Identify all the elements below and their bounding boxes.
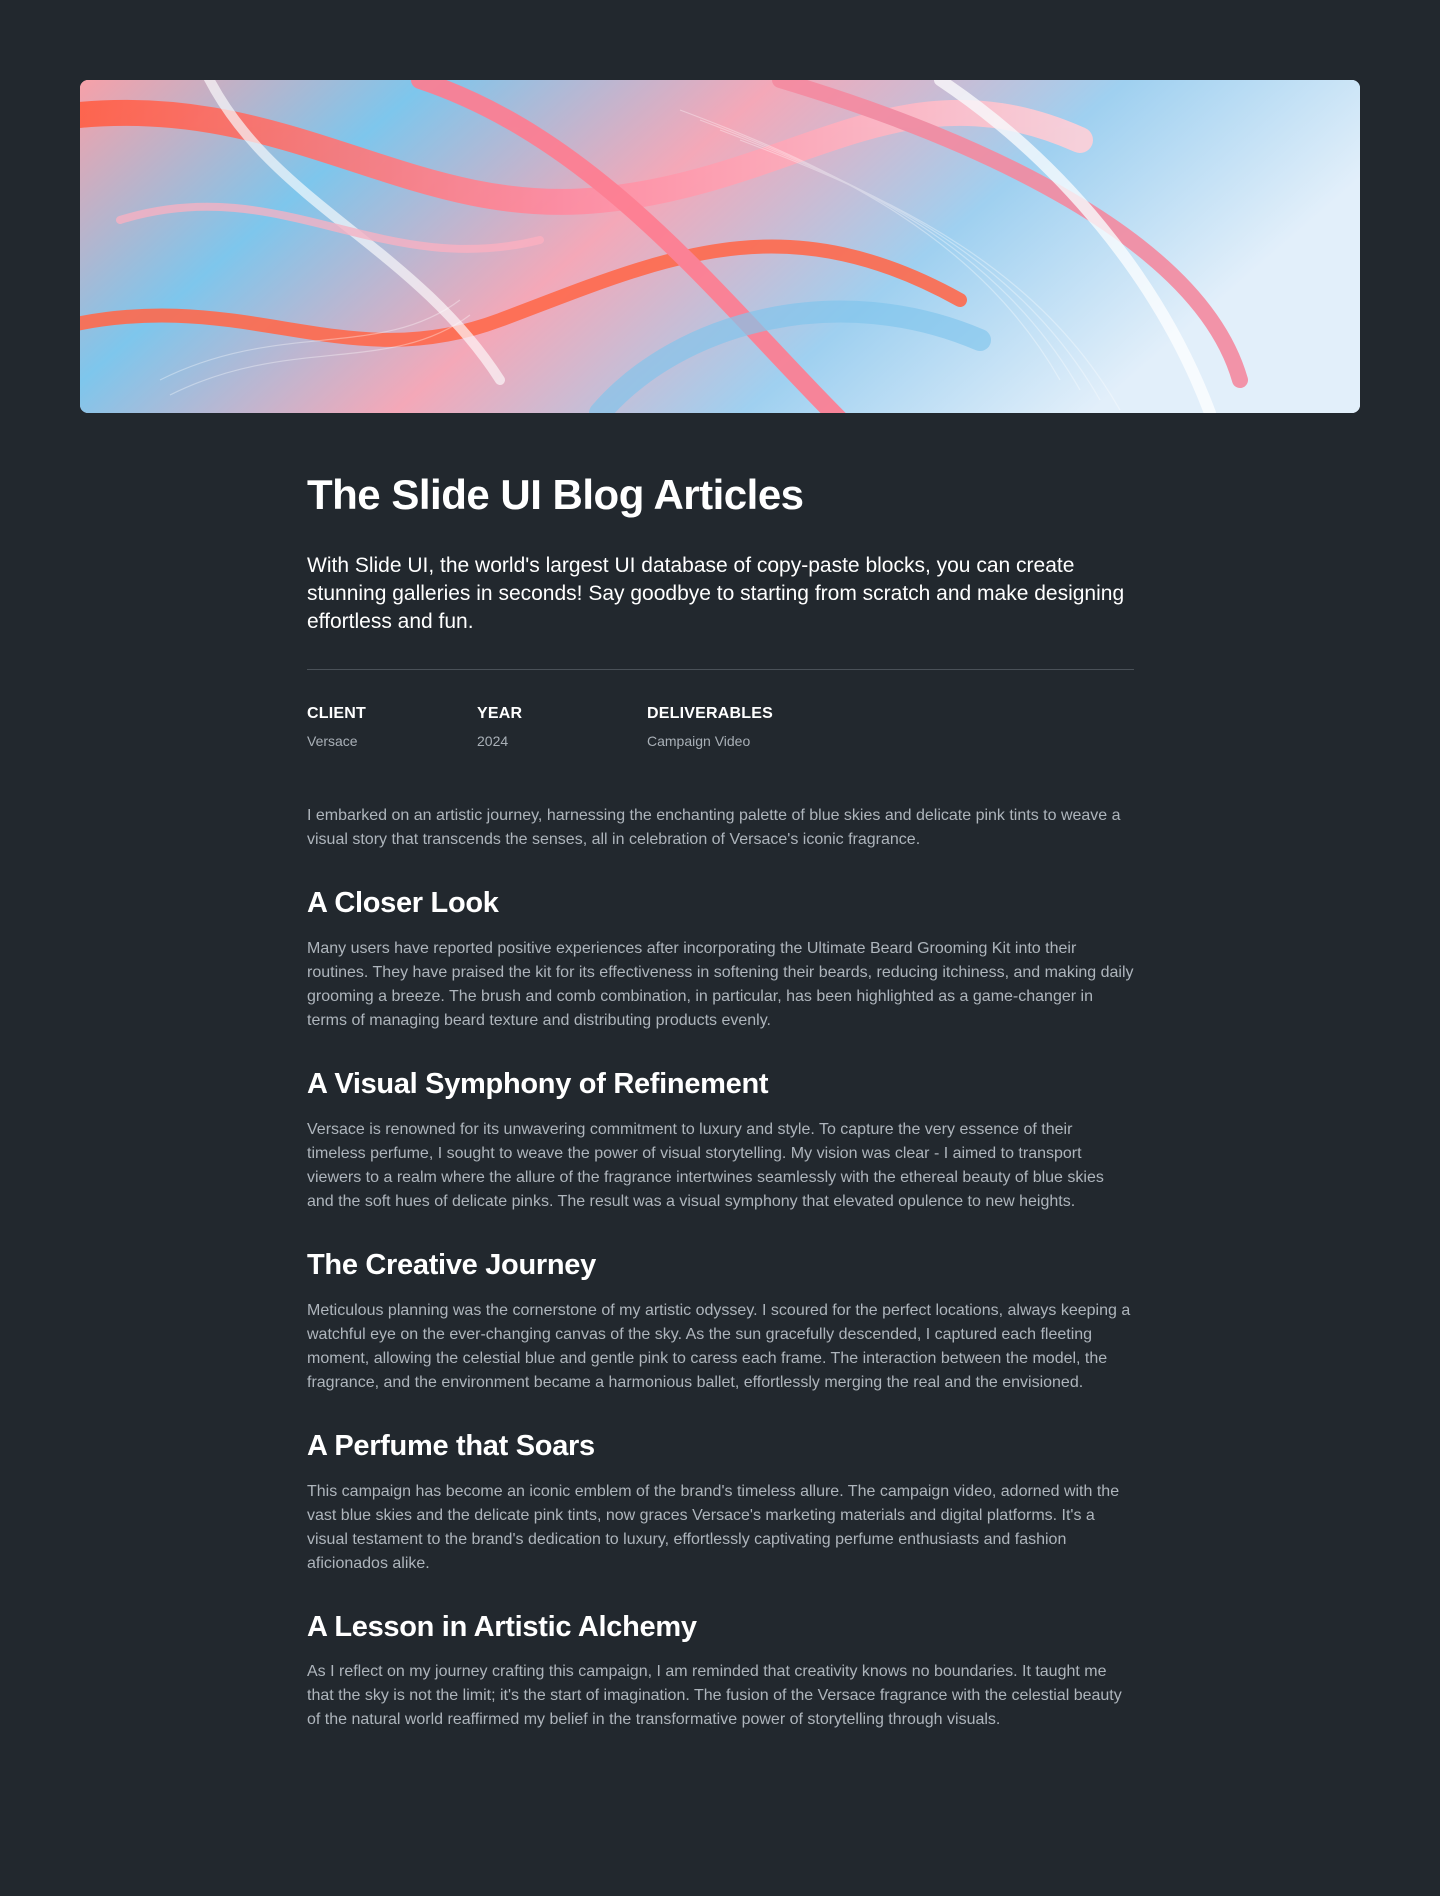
section-title: The Creative Journey [307,1248,596,1281]
hero-image [80,80,1360,413]
page-title: The Slide UI Blog Articles [307,471,804,518]
meta-client: CLIENT Versace [307,705,477,749]
meta-value: Campaign Video [647,733,751,750]
meta-deliverables: DELIVERABLES Campaign Video [647,705,817,749]
article-lead: With Slide UI, the world's largest UI da… [307,554,1125,634]
meta-label: CLIENT [307,705,366,723]
divider [307,669,1134,671]
section-body: Meticulous planning was the cornerstone … [307,1301,1131,1391]
section-body: Many users have reported positive experi… [307,940,1134,1030]
section-title: A Lesson in Artistic Alchemy [307,1610,697,1643]
meta-value: Versace [307,733,358,750]
intro-paragraph: I embarked on an artistic journey, harne… [307,807,1121,849]
project-meta: CLIENT Versace YEAR 2024 DELIVERABLES Ca… [307,705,1134,749]
section-body: This campaign has become an iconic emble… [307,1482,1120,1572]
section-body: As I reflect on my journey crafting this… [307,1663,1122,1729]
meta-label: YEAR [477,705,523,723]
article: The Slide UI Blog Articles With Slide UI… [307,470,1134,1732]
section-title: A Visual Symphony of Refinement [307,1068,769,1101]
meta-year: YEAR 2024 [477,705,647,749]
section-title: A Closer Look [307,887,499,920]
meta-value: 2024 [477,733,509,750]
section-body: Versace is renowned for its unwavering c… [307,1120,1104,1210]
meta-label: DELIVERABLES [647,705,773,723]
section-title: A Perfume that Soars [307,1429,595,1462]
abstract-ribbon-image [80,80,1360,413]
